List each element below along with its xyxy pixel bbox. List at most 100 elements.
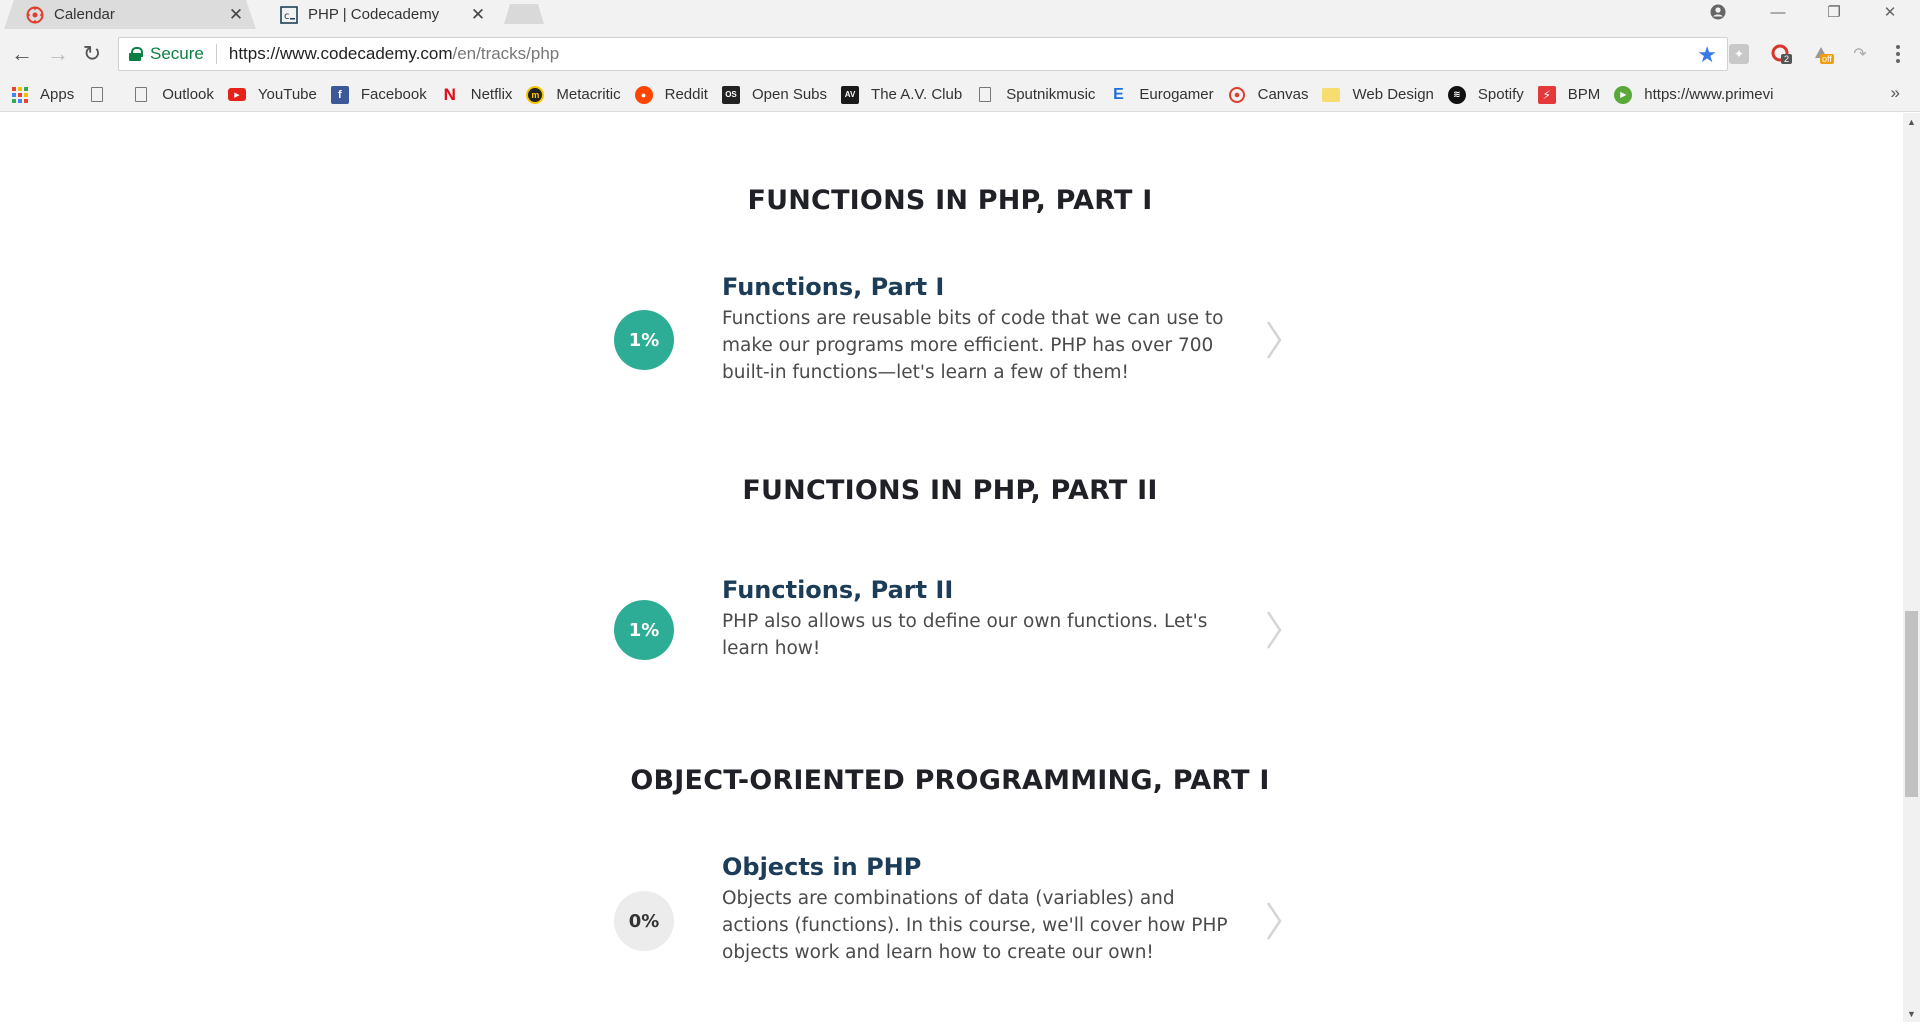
bookmark-label: Spotify: [1477, 86, 1524, 103]
extension-4-icon[interactable]: ↷: [1850, 44, 1870, 64]
bookmark-bpm[interactable]: ⚡ BPM: [1537, 83, 1601, 107]
more-bookmarks-icon[interactable]: »: [1891, 83, 1900, 103]
bookmark-page[interactable]: [88, 83, 118, 107]
facebook-icon: f: [330, 85, 349, 104]
close-tab-icon[interactable]: ✕: [470, 5, 486, 25]
extension-1-icon[interactable]: ✦: [1729, 44, 1749, 64]
extension-2-icon[interactable]: 2: [1771, 44, 1793, 64]
new-tab-button[interactable]: [504, 4, 544, 24]
bookmark-open-subs[interactable]: OS Open Subs: [721, 83, 827, 107]
course-title[interactable]: Functions, Part I: [722, 273, 944, 301]
bookmark-label: YouTube: [257, 86, 317, 103]
bookmark-label: Web Design: [1352, 86, 1434, 103]
bookmark-eurogamer[interactable]: E Eurogamer: [1109, 83, 1214, 107]
metacritic-icon: m: [526, 85, 545, 104]
minimize-button[interactable]: —: [1750, 0, 1806, 24]
page-icon: [135, 87, 148, 102]
apps-grid-icon: [12, 86, 28, 103]
close-tab-icon[interactable]: ✕: [228, 5, 244, 25]
folder-icon: [1322, 87, 1341, 102]
bookmark-spotify[interactable]: ≋ Spotify: [1447, 83, 1524, 107]
svg-text:c: c: [284, 11, 290, 22]
url-path: /en/tracks/php: [452, 44, 560, 63]
tab-php-codecademy[interactable]: c PHP | Codecademy ✕: [258, 0, 498, 29]
bookmark-label: https://www.primevi: [1644, 86, 1774, 103]
tab-title: Calendar: [54, 6, 115, 23]
reload-button[interactable]: ↻: [78, 40, 106, 68]
section-title: OBJECT-ORIENTED PROGRAMMING, PART I: [630, 765, 1270, 796]
bookmark-label: Reddit: [664, 86, 708, 103]
course-card[interactable]: 1% Functions, Part I Functions are reusa…: [614, 273, 1294, 403]
progress-badge: 1%: [614, 600, 674, 660]
scroll-up-icon[interactable]: ▲: [1903, 113, 1920, 130]
browser-menu-icon[interactable]: [1890, 42, 1906, 66]
bookmark-web-design[interactable]: Web Design: [1322, 83, 1434, 107]
eurogamer-icon: E: [1113, 85, 1124, 103]
bookmark-label: Sputnikmusic: [1006, 86, 1096, 103]
bookmark-label: The A.V. Club: [871, 86, 963, 103]
bookmark-label: Netflix: [470, 86, 513, 103]
bookmark-metacritic[interactable]: m Metacritic: [526, 83, 621, 107]
address-bar[interactable]: Secure https://www.codecademy.com /en/tr…: [118, 37, 1728, 71]
progress-badge: 0%: [614, 891, 674, 951]
browser-toolbar: ← → ↻ Secure https://www.codecademy.com …: [0, 30, 1920, 78]
vertical-scrollbar[interactable]: ▲ ▼: [1903, 113, 1920, 1022]
bookmark-netflix[interactable]: N Netflix: [441, 83, 513, 107]
reddit-icon: ●: [634, 85, 653, 104]
bookmark-label: BPM: [1567, 86, 1601, 103]
course-card[interactable]: 1% Functions, Part II PHP also allows us…: [614, 576, 1294, 706]
profile-icon[interactable]: [1690, 0, 1746, 24]
bookmark-canvas[interactable]: Canvas: [1228, 83, 1309, 107]
scroll-down-icon[interactable]: ▼: [1903, 1005, 1920, 1022]
canvas-icon: [26, 6, 44, 24]
extension-3-icon[interactable]: off: [1811, 44, 1834, 64]
canvas-icon: [1228, 86, 1246, 104]
course-title[interactable]: Objects in PHP: [722, 853, 921, 881]
url-host: https://www.codecademy.com: [228, 44, 453, 63]
lock-icon: [129, 47, 143, 61]
bookmark-reddit[interactable]: ● Reddit: [634, 83, 708, 107]
bookmark-facebook[interactable]: f Facebook: [330, 83, 427, 107]
course-title[interactable]: Functions, Part II: [722, 576, 953, 604]
play-icon: ▶: [1614, 85, 1633, 104]
bookmark-primevideo[interactable]: ▶ https://www.primevi: [1614, 83, 1773, 107]
page-content: FUNCTIONS IN PHP, PART I 1% Functions, P…: [0, 113, 1903, 1022]
course-description: Functions are reusable bits of code that…: [722, 308, 1224, 383]
chevron-right-icon[interactable]: [1264, 901, 1284, 941]
course-card[interactable]: 0% Objects in PHP Objects are combinatio…: [614, 853, 1294, 983]
bookmark-star-icon[interactable]: ★: [1697, 42, 1717, 68]
bookmark-label: Eurogamer: [1139, 86, 1214, 103]
forward-button[interactable]: →: [44, 40, 72, 68]
bookmark-av-club[interactable]: AV The A.V. Club: [841, 83, 962, 107]
close-window-button[interactable]: ✕: [1862, 0, 1918, 24]
bookmark-label: Canvas: [1257, 86, 1309, 103]
chevron-right-icon[interactable]: [1264, 610, 1284, 650]
progress-badge: 1%: [614, 310, 674, 370]
scroll-thumb[interactable]: [1905, 611, 1918, 797]
page-icon: [979, 87, 992, 102]
url-divider: [215, 44, 217, 64]
section-title: FUNCTIONS IN PHP, PART I: [747, 185, 1153, 216]
bookmark-label: Outlook: [162, 86, 214, 103]
spotify-icon: ≋: [1447, 85, 1466, 104]
bookmark-outlook[interactable]: Outlook: [132, 83, 214, 107]
netflix-icon: N: [443, 84, 456, 104]
bookmark-youtube[interactable]: ▶ YouTube: [227, 83, 317, 107]
extension-badge: off: [1820, 54, 1834, 64]
back-button[interactable]: ←: [8, 40, 36, 68]
bookmarks-bar: Apps Outlook ▶ YouTube f Facebook N Netf…: [0, 78, 1920, 112]
restore-button[interactable]: ❐: [1806, 0, 1862, 24]
tab-strip: Calendar ✕ c PHP | Codecademy ✕ — ❐ ✕: [0, 0, 1920, 30]
chevron-right-icon[interactable]: [1264, 320, 1284, 360]
bookmark-label: Facebook: [360, 86, 427, 103]
bookmark-sputnikmusic[interactable]: Sputnikmusic: [976, 83, 1095, 107]
bookmark-label: Apps: [40, 86, 75, 103]
page-icon: [91, 87, 104, 102]
youtube-icon: ▶: [227, 88, 246, 101]
course-description: Objects are combinations of data (variab…: [722, 888, 1228, 963]
tab-title: PHP | Codecademy: [308, 6, 440, 23]
bookmark-apps[interactable]: Apps: [12, 83, 74, 107]
bookmark-label: Metacritic: [556, 86, 621, 103]
course-description: PHP also allows us to define our own fun…: [722, 611, 1208, 659]
tab-calendar[interactable]: Calendar ✕: [4, 0, 256, 29]
